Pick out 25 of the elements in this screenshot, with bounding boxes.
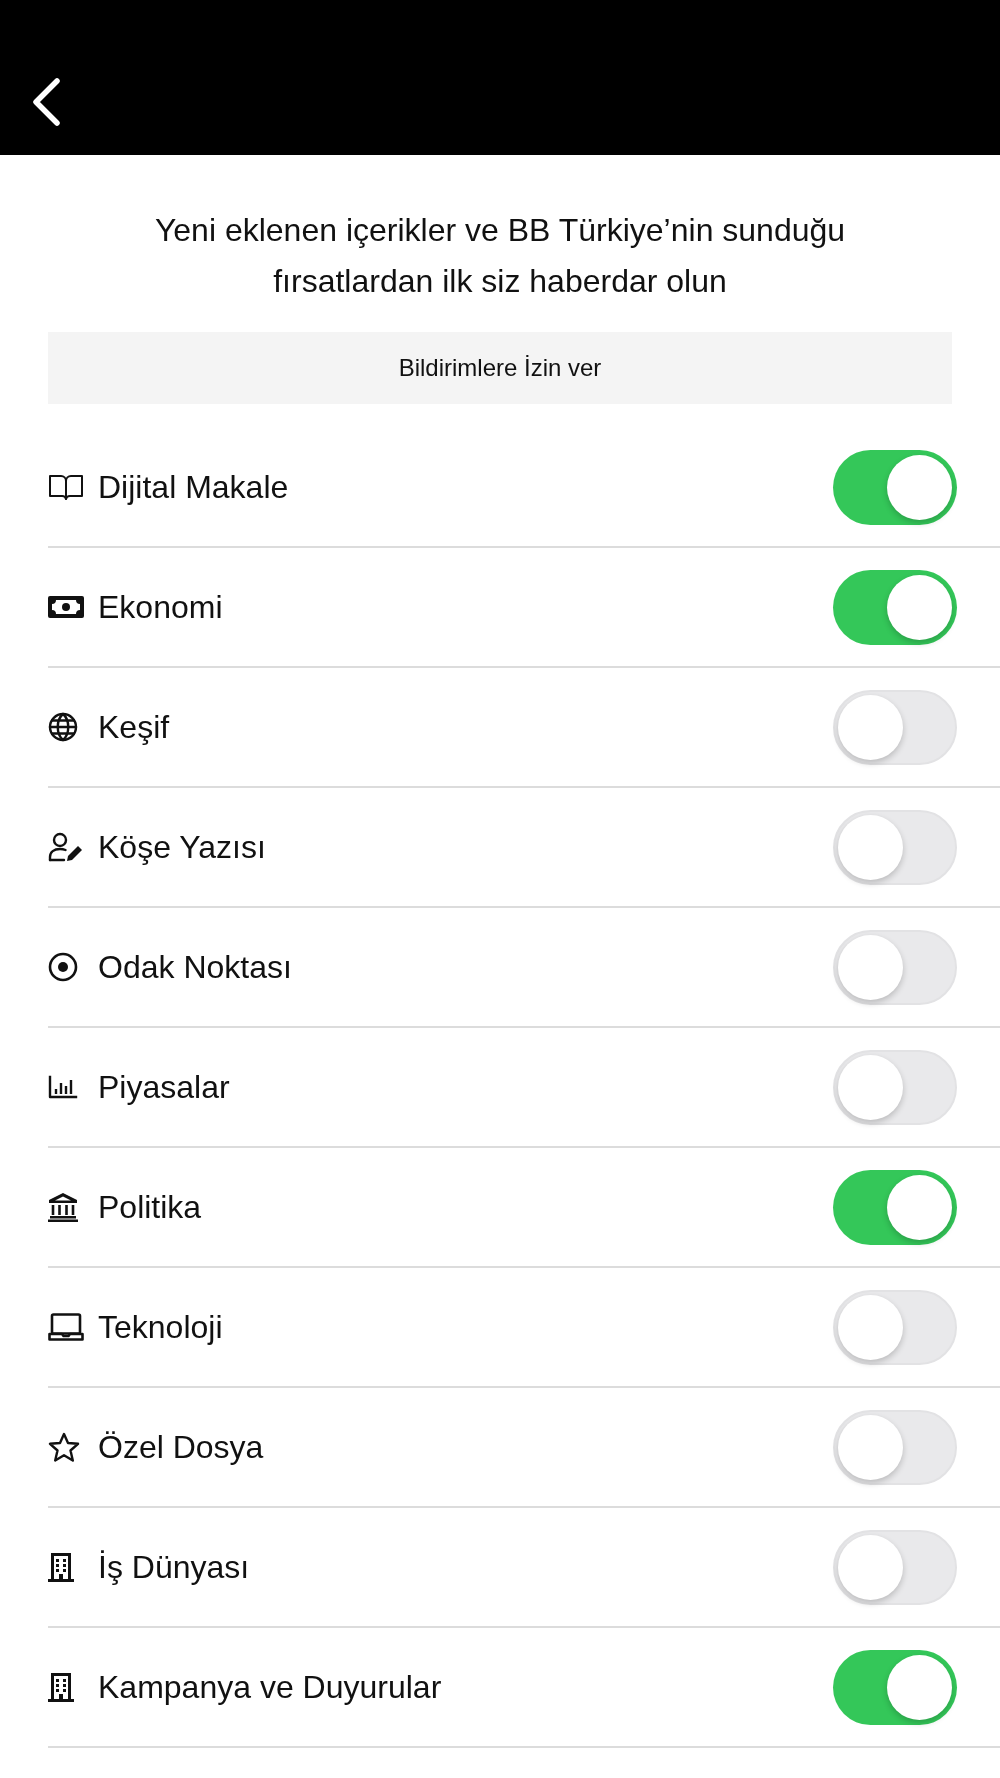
globe-icon <box>48 712 78 742</box>
building-columns-icon <box>48 1192 78 1222</box>
banknote-icon <box>48 596 84 618</box>
category-label: Teknoloji <box>98 1308 224 1347</box>
open-book-icon <box>48 473 84 501</box>
person-with-pen-icon <box>48 832 84 862</box>
category-label: İş Dünyası <box>98 1548 251 1587</box>
category-label: Ekonomi <box>98 588 224 627</box>
allow-notifications-button[interactable]: Bildirimlere İzin ver <box>48 332 952 404</box>
chevron-left-icon <box>31 77 61 127</box>
building-icon <box>48 1672 74 1702</box>
category-label: Piyasalar <box>98 1068 231 1107</box>
category-label: Politika <box>98 1188 203 1227</box>
category-label: Keşif <box>98 708 171 747</box>
category-label: Kampanya ve Duyurular <box>98 1668 443 1707</box>
category-label: Özel Dosya <box>98 1428 265 1467</box>
building-icon <box>48 1552 74 1582</box>
category-label: Odak Noktası <box>98 948 293 987</box>
circle-dot-icon <box>48 952 78 982</box>
star-icon <box>48 1432 80 1462</box>
category-label: Dijital Makale <box>98 468 290 507</box>
laptop-icon <box>48 1313 84 1341</box>
bar-chart-icon <box>48 1075 78 1099</box>
category-label: Köşe Yazısı <box>98 828 267 867</box>
intro-text: Yeni eklenen içerikler ve BB Türkiye’nin sunduğu fırsatlardan ilk siz haberdar olun <box>153 211 847 301</box>
